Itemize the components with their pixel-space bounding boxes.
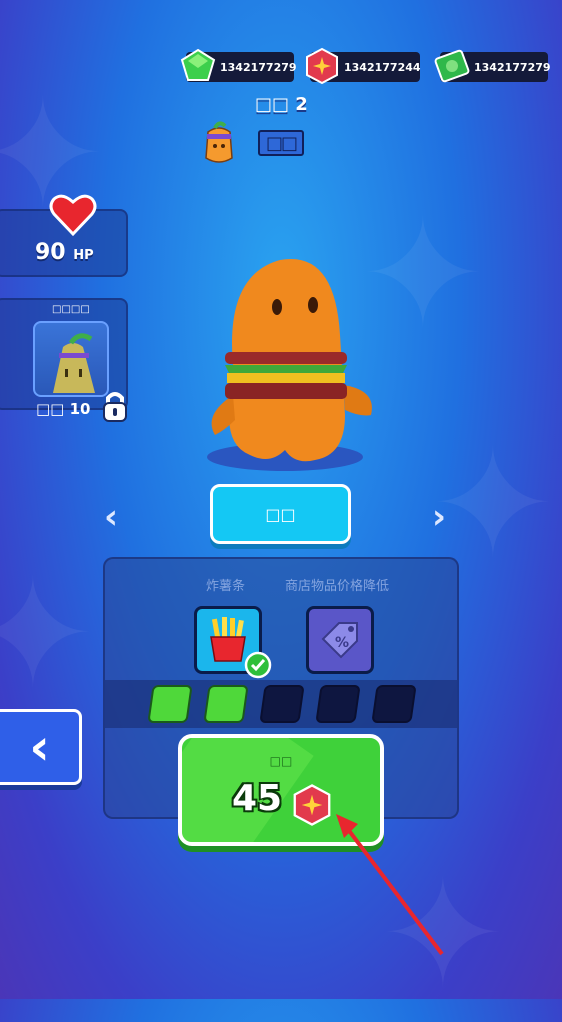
character-sprite xyxy=(207,258,372,471)
companion-icon xyxy=(53,333,95,393)
token-price-icon xyxy=(293,784,331,826)
heart-icon xyxy=(49,194,97,237)
token-value: 1342177244 xyxy=(344,60,421,74)
progress-slot-empty xyxy=(371,685,417,723)
discount-upgrade-tile[interactable]: % xyxy=(306,606,374,674)
next-character-arrow-icon[interactable]: › xyxy=(432,497,446,537)
prev-character-arrow-icon[interactable]: ‹ xyxy=(104,497,118,537)
back-button[interactable]: ‹ xyxy=(0,709,82,785)
upgrade-right-name: 商店物品价格降低 xyxy=(285,579,390,594)
cash-value: 1342177279 xyxy=(474,60,551,74)
progress-slot-filled xyxy=(203,685,249,723)
check-badge-icon xyxy=(244,651,272,679)
token-icon xyxy=(306,47,338,85)
lock-icon xyxy=(103,392,127,422)
progress-slot-empty xyxy=(315,685,361,723)
cash-icon xyxy=(434,49,470,83)
companion-unlock-label: □□ 10 xyxy=(36,400,91,418)
hp-unit: HP xyxy=(73,248,94,263)
progress-slot-filled xyxy=(147,685,193,723)
hp-label: 90 HP xyxy=(35,240,94,265)
player-level: □□ 2 xyxy=(255,94,308,115)
upgrade-left-name: 炸薯条 xyxy=(206,579,246,594)
cash-counter[interactable]: 1342177279 xyxy=(434,49,551,83)
buy-button-label: □□ xyxy=(269,754,293,768)
player-avatar-icon xyxy=(205,121,233,163)
rank-box: □□ xyxy=(258,130,304,156)
background-star-icon: ✦ xyxy=(0,548,96,722)
svg-text:%: % xyxy=(335,635,349,651)
token-counter[interactable]: 1342177244 xyxy=(306,47,421,85)
gem-icon xyxy=(180,48,216,81)
annotation-arrow-icon xyxy=(336,814,444,956)
background-star-icon: ✦ xyxy=(360,188,486,362)
hp-value: 90 xyxy=(35,240,66,265)
companion-title: □□□□ xyxy=(52,304,90,315)
gem-counter[interactable]: 1342177279 xyxy=(180,48,297,82)
chevron-left-icon: ‹ xyxy=(29,718,50,776)
gem-value: 1342177279 xyxy=(220,60,297,74)
progress-slot-empty xyxy=(259,685,305,723)
price-tag-icon: % xyxy=(321,622,358,659)
select-button[interactable]: □□ xyxy=(210,484,351,544)
buy-price: 45 xyxy=(232,778,283,819)
companion-portrait xyxy=(33,321,109,397)
